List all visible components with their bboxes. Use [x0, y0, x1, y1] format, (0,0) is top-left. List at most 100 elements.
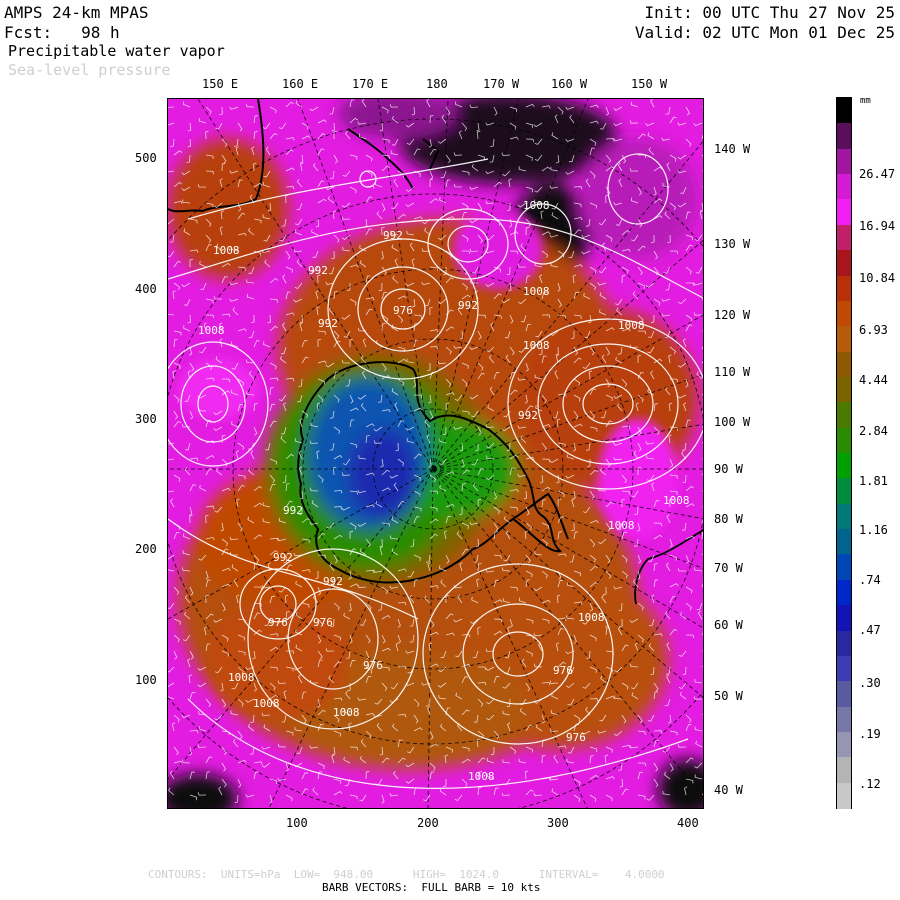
isobar-label: 1008	[198, 324, 225, 337]
colorbar-segment	[837, 98, 851, 124]
colorbar-label: .30	[859, 676, 881, 690]
isobar-label: 1008	[618, 319, 645, 332]
colorbar-label: 6.93	[859, 323, 888, 337]
y-tick: 400	[135, 282, 157, 296]
isobar-label: 1008	[228, 671, 255, 684]
isobar-label: 1008	[333, 706, 360, 719]
colorbar-label: 4.44	[859, 373, 888, 387]
isobar-label: 1008	[253, 697, 280, 710]
y-tick: 500	[135, 151, 157, 165]
colorbar-segment	[837, 427, 851, 454]
y-tick: 300	[135, 412, 157, 426]
forecast-hour: Fcst: 98 h	[4, 23, 120, 42]
colorbar-segment	[837, 605, 851, 632]
x-tick: 100	[286, 816, 308, 830]
colorbar-segment	[837, 174, 851, 201]
colorbar-segment	[837, 453, 851, 479]
lon-label-top: 150 E	[202, 77, 239, 91]
colorbar-label: .74	[859, 573, 881, 587]
colorbar-segment	[837, 529, 851, 556]
lon-label-top: 170 E	[352, 77, 389, 91]
isobar-label: 992	[323, 575, 343, 588]
isobar-label: 992	[273, 551, 293, 564]
colorbar-segment	[837, 300, 851, 327]
isobar-label: 992	[308, 264, 328, 277]
x-tick: 400	[677, 816, 699, 830]
isobar-label: 992	[283, 504, 303, 517]
isobar-label: 1008	[523, 199, 550, 212]
lon-label-right: 140 W	[714, 142, 751, 156]
isobar-label: 976	[268, 616, 288, 629]
lon-label-right: 80 W	[714, 512, 743, 526]
isobar-label: 1008	[578, 611, 605, 624]
colorbar-segment	[837, 782, 851, 809]
colorbar-segment	[837, 123, 851, 150]
colorbar-segment	[837, 655, 851, 682]
colorbar-label: .47	[859, 623, 881, 637]
lon-label-right: 40 W	[714, 783, 743, 797]
colorbar-segment	[837, 148, 851, 175]
wind-barb	[701, 531, 703, 540]
isobar-label: 992	[518, 409, 538, 422]
isobar-label: 976	[313, 616, 333, 629]
colorbar-unit: mm	[860, 96, 871, 106]
colorbar-label: 10.84	[859, 271, 896, 285]
isobar-label: 976	[363, 659, 383, 672]
colorbar-segment	[837, 503, 851, 530]
colorbar-segment	[837, 351, 851, 378]
isobar-label: 1008	[523, 339, 550, 352]
isobar-label: 1008	[523, 285, 550, 298]
lon-label-right: 110 W	[714, 365, 751, 379]
colorbar-label: 26.47	[859, 167, 896, 181]
isobar-label: 1008	[663, 494, 690, 507]
barb-info: BARB VECTORS: FULL BARB = 10 kts	[322, 881, 541, 894]
isobar-label: 992	[458, 299, 478, 312]
colorbar-segment	[837, 224, 851, 251]
lon-label-top: 170 W	[483, 77, 520, 91]
isobar-label: 976	[566, 731, 586, 744]
lon-label-top: 160 E	[282, 77, 319, 91]
init-time: Init: 00 UTC Thu 27 Nov 25	[644, 3, 895, 22]
colorbar-segment	[837, 478, 851, 505]
field-secondary: Sea-level pressure	[8, 61, 171, 79]
y-tick: 200	[135, 542, 157, 556]
colorbar-segment	[837, 402, 851, 429]
lon-label-right: 120 W	[714, 308, 751, 322]
colorbar-label: 16.94	[859, 219, 896, 233]
colorbar	[836, 97, 852, 809]
isobar-label: 1008	[468, 770, 495, 783]
model-title: AMPS 24-km MPAS	[4, 3, 149, 22]
lon-label-right: 90 W	[714, 462, 743, 476]
colorbar-segment	[837, 250, 851, 277]
colorbar-segment	[837, 275, 851, 302]
lon-label-top: 150 W	[631, 77, 668, 91]
precipitable-water-map: 1008 1008 1008 1008 1008 1008 1008 1008 1008 1008…	[167, 98, 704, 809]
lon-label-right: 100 W	[714, 415, 751, 429]
contour-info: CONTOURS: UNITS=hPa LOW= 948.00 HIGH= 10…	[148, 868, 665, 881]
colorbar-label: 1.16	[859, 523, 888, 537]
colorbar-label: 2.84	[859, 424, 888, 438]
isobar-label: 976	[393, 304, 413, 317]
colorbar-label: .12	[859, 777, 881, 791]
colorbar-segment	[837, 199, 851, 226]
field-primary: Precipitable water vapor	[8, 42, 225, 60]
colorbar-segment	[837, 757, 851, 784]
lon-label-right: 50 W	[714, 689, 743, 703]
y-tick: 100	[135, 673, 157, 687]
colorbar-label: 1.81	[859, 474, 888, 488]
lon-label-right: 130 W	[714, 237, 751, 251]
colorbar-segment	[837, 579, 851, 606]
isobar-label: 992	[318, 317, 338, 330]
colorbar-segment	[837, 326, 851, 353]
lon-label-top: 160 W	[551, 77, 588, 91]
colorbar-segment	[837, 731, 851, 758]
x-tick: 300	[547, 816, 569, 830]
lon-label-right: 60 W	[714, 618, 743, 632]
isobar-label: 976	[553, 664, 573, 677]
colorbar-segment	[837, 554, 851, 581]
lon-label-top: 180	[426, 77, 448, 91]
lon-label-right: 70 W	[714, 561, 743, 575]
x-tick: 200	[417, 816, 439, 830]
colorbar-label: .19	[859, 727, 881, 741]
colorbar-segment	[837, 376, 851, 403]
